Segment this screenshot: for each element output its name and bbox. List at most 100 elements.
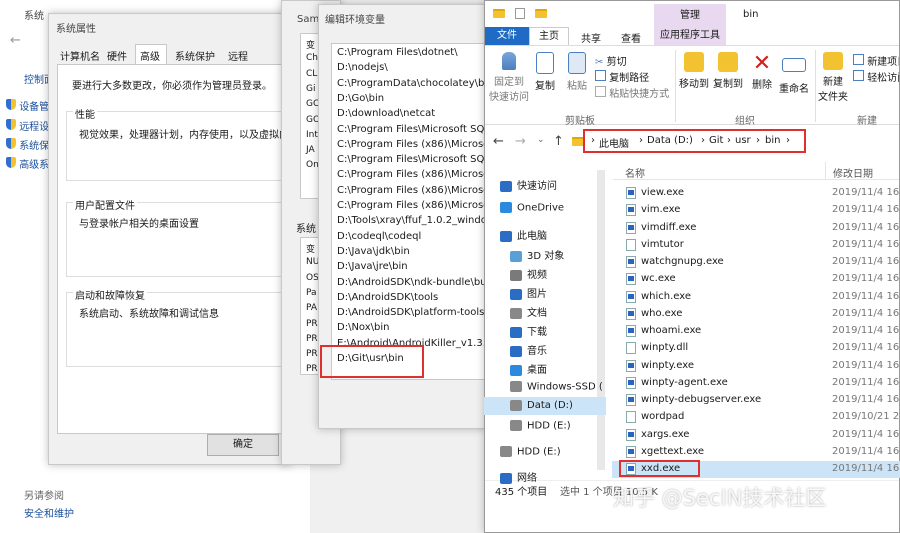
path-entry[interactable]: D:\AndroidSDK\platform-tools	[337, 307, 487, 318]
manage-tab[interactable]: 管理	[654, 4, 726, 27]
copy-button[interactable]: 复制	[531, 52, 559, 92]
properties-icon[interactable]	[515, 8, 525, 19]
new-folder-button[interactable]: 新建 文件夹	[815, 52, 851, 103]
up-arrow-icon[interactable]: ↑	[553, 134, 564, 149]
nav-item[interactable]: 音乐	[510, 342, 547, 357]
path-entry[interactable]: D:\Java\jdk\bin	[337, 246, 487, 257]
env-var-name[interactable]: OS	[306, 273, 319, 283]
nav-item[interactable]: 网络	[500, 469, 537, 484]
copy-path-button[interactable]: 复制路径	[595, 69, 649, 84]
path-entry[interactable]: D:\Nox\bin	[337, 322, 487, 333]
env-var-name[interactable]: JA	[306, 145, 315, 155]
nav-item[interactable]: 3D 对象	[510, 247, 564, 262]
path-entry[interactable]: D:\AndroidSDK\tools	[337, 292, 487, 303]
path-entry[interactable]: C:\Program Files\Microsoft SQL	[337, 154, 487, 165]
ok-button[interactable]: 确定	[207, 434, 279, 456]
nav-item[interactable]: 下载	[510, 323, 547, 338]
copy-to-button[interactable]: 复制到	[711, 52, 745, 90]
path-entry[interactable]: D:\Go\bin	[337, 93, 487, 104]
tab-app-tools[interactable]: 应用程序工具	[654, 27, 726, 45]
file-row[interactable]: vim.exe 2019/11/4 16:0	[612, 202, 900, 219]
env-var-name[interactable]: PR	[306, 364, 318, 374]
tab-remote[interactable]: 远程	[228, 48, 248, 63]
tab-advanced[interactable]: 高级	[135, 44, 167, 64]
file-row[interactable]: winpty.dll 2019/11/4 16:0	[612, 340, 900, 357]
tab-share[interactable]: 共享	[581, 30, 601, 45]
delete-button[interactable]: ✕ 删除	[747, 52, 777, 92]
tab-view[interactable]: 查看	[621, 30, 641, 45]
env-var-name[interactable]: CL	[306, 69, 317, 79]
env-var-name[interactable]: Ch	[306, 53, 318, 63]
nav-item[interactable]: 视频	[510, 266, 547, 281]
recent-dropdown-icon[interactable]: ⌄	[537, 135, 545, 145]
nav-item[interactable]: HDD (E:)	[500, 446, 561, 458]
back-arrow-icon[interactable]: ←	[493, 134, 504, 149]
sidebar-item-remote[interactable]: 远程设	[6, 118, 49, 133]
path-entry[interactable]: C:\Program Files\dotnet\	[337, 47, 487, 58]
path-entry[interactable]: D:\nodejs\	[337, 62, 487, 73]
paste-button[interactable]: 粘贴	[563, 52, 591, 92]
pin-quick-access-button[interactable]: 固定到 快速访问	[487, 52, 531, 103]
file-row[interactable]: xgettext.exe 2019/11/4 16:0	[612, 444, 900, 461]
env-var-name[interactable]: PR	[306, 319, 318, 329]
column-date[interactable]: 修改日期	[833, 165, 873, 180]
column-name[interactable]: 名称	[625, 165, 645, 180]
easy-access-button[interactable]: 轻松访问	[853, 69, 899, 84]
path-entry[interactable]: C:\ProgramData\chocolatey\bin	[337, 78, 487, 89]
nav-item[interactable]: 文档	[510, 304, 547, 319]
nav-item[interactable]: Data (D:)	[484, 397, 606, 415]
path-entry[interactable]: D:\Tools\xray\ffuf_1.0.2_window	[337, 215, 487, 226]
file-row[interactable]: winpty-agent.exe 2019/11/4 16:0	[612, 375, 900, 392]
path-entry[interactable]: D:\codeql\codeql	[337, 231, 487, 242]
path-entry[interactable]: C:\Program Files (x86)\Microso	[337, 185, 487, 196]
nav-item[interactable]: Windows-SSD (	[510, 381, 603, 393]
file-row[interactable]: who.exe 2019/11/4 16:0	[612, 306, 900, 323]
env-var-name[interactable]: On	[306, 160, 319, 170]
nav-item[interactable]: HDD (E:)	[510, 420, 571, 432]
env-var-name[interactable]: PA	[306, 303, 317, 313]
path-entry[interactable]: C:\Program Files (x86)\Microso	[337, 200, 487, 211]
new-folder-icon[interactable]	[535, 9, 547, 18]
file-row[interactable]: view.exe 2019/11/4 16:0	[612, 185, 900, 202]
tab-computer-name[interactable]: 计算机名	[60, 48, 100, 63]
file-row[interactable]: winpty-debugserver.exe 2019/11/4 16:0	[612, 392, 900, 409]
file-row[interactable]: wc.exe 2019/11/4 16:0	[612, 271, 900, 288]
env-var-name[interactable]: PR	[306, 334, 318, 344]
env-var-name[interactable]: Pa	[306, 288, 317, 298]
nav-item[interactable]: 桌面	[510, 361, 547, 376]
file-row[interactable]: vimtutor 2019/11/4 16:0	[612, 237, 900, 254]
path-entry[interactable]: C:\Program Files\Microsoft SQL	[337, 124, 487, 135]
sidebar-item-device-manager[interactable]: 设备管	[6, 98, 49, 113]
env-var-name[interactable]: Gi	[306, 84, 315, 94]
nav-item[interactable]: 图片	[510, 285, 547, 300]
security-link[interactable]: 安全和维护	[24, 505, 74, 520]
file-row[interactable]: watchgnupg.exe 2019/11/4 16:0	[612, 254, 900, 271]
tab-home[interactable]: 主页	[529, 27, 569, 45]
path-entry[interactable]: C:\Program Files (x86)\Microso	[337, 169, 487, 180]
file-row[interactable]: which.exe 2019/11/4 16:0	[612, 289, 900, 306]
env-var-name[interactable]: PR	[306, 349, 318, 359]
file-row[interactable]: wordpad 2019/10/21 21	[612, 409, 900, 426]
path-entry[interactable]: C:\Program Files (x86)\Microso	[337, 139, 487, 150]
sidebar-item-advanced[interactable]: 高级系	[6, 156, 49, 171]
nav-item[interactable]: 快速访问	[500, 177, 557, 192]
env-var-name[interactable]: 变	[306, 38, 315, 51]
cut-button[interactable]: ✂ 剪切	[595, 53, 627, 68]
path-entry[interactable]: D:\Java\jre\bin	[337, 261, 487, 272]
env-var-name[interactable]: Int	[306, 130, 318, 140]
file-row[interactable]: winpty.exe 2019/11/4 16:0	[612, 358, 900, 375]
forward-arrow-icon[interactable]: →	[515, 134, 526, 149]
paste-shortcut-button[interactable]: 粘贴快捷方式	[595, 85, 669, 100]
file-row[interactable]: whoami.exe 2019/11/4 16:0	[612, 323, 900, 340]
file-row[interactable]: vimdiff.exe 2019/11/4 16:0	[612, 220, 900, 237]
path-entry[interactable]: D:\AndroidSDK\ndk-bundle\bun	[337, 277, 487, 288]
nav-item[interactable]: OneDrive	[500, 202, 564, 214]
quick-access-toolbar[interactable]	[493, 8, 553, 20]
column-divider[interactable]	[825, 162, 826, 180]
new-item-button[interactable]: 新建项目	[853, 53, 899, 68]
nav-item[interactable]: 此电脑	[500, 227, 547, 242]
back-arrow-icon[interactable]: ←	[10, 33, 21, 48]
file-row[interactable]: xargs.exe 2019/11/4 16:0	[612, 427, 900, 444]
tab-file[interactable]: 文件	[485, 27, 529, 45]
tab-hardware[interactable]: 硬件	[107, 48, 127, 63]
